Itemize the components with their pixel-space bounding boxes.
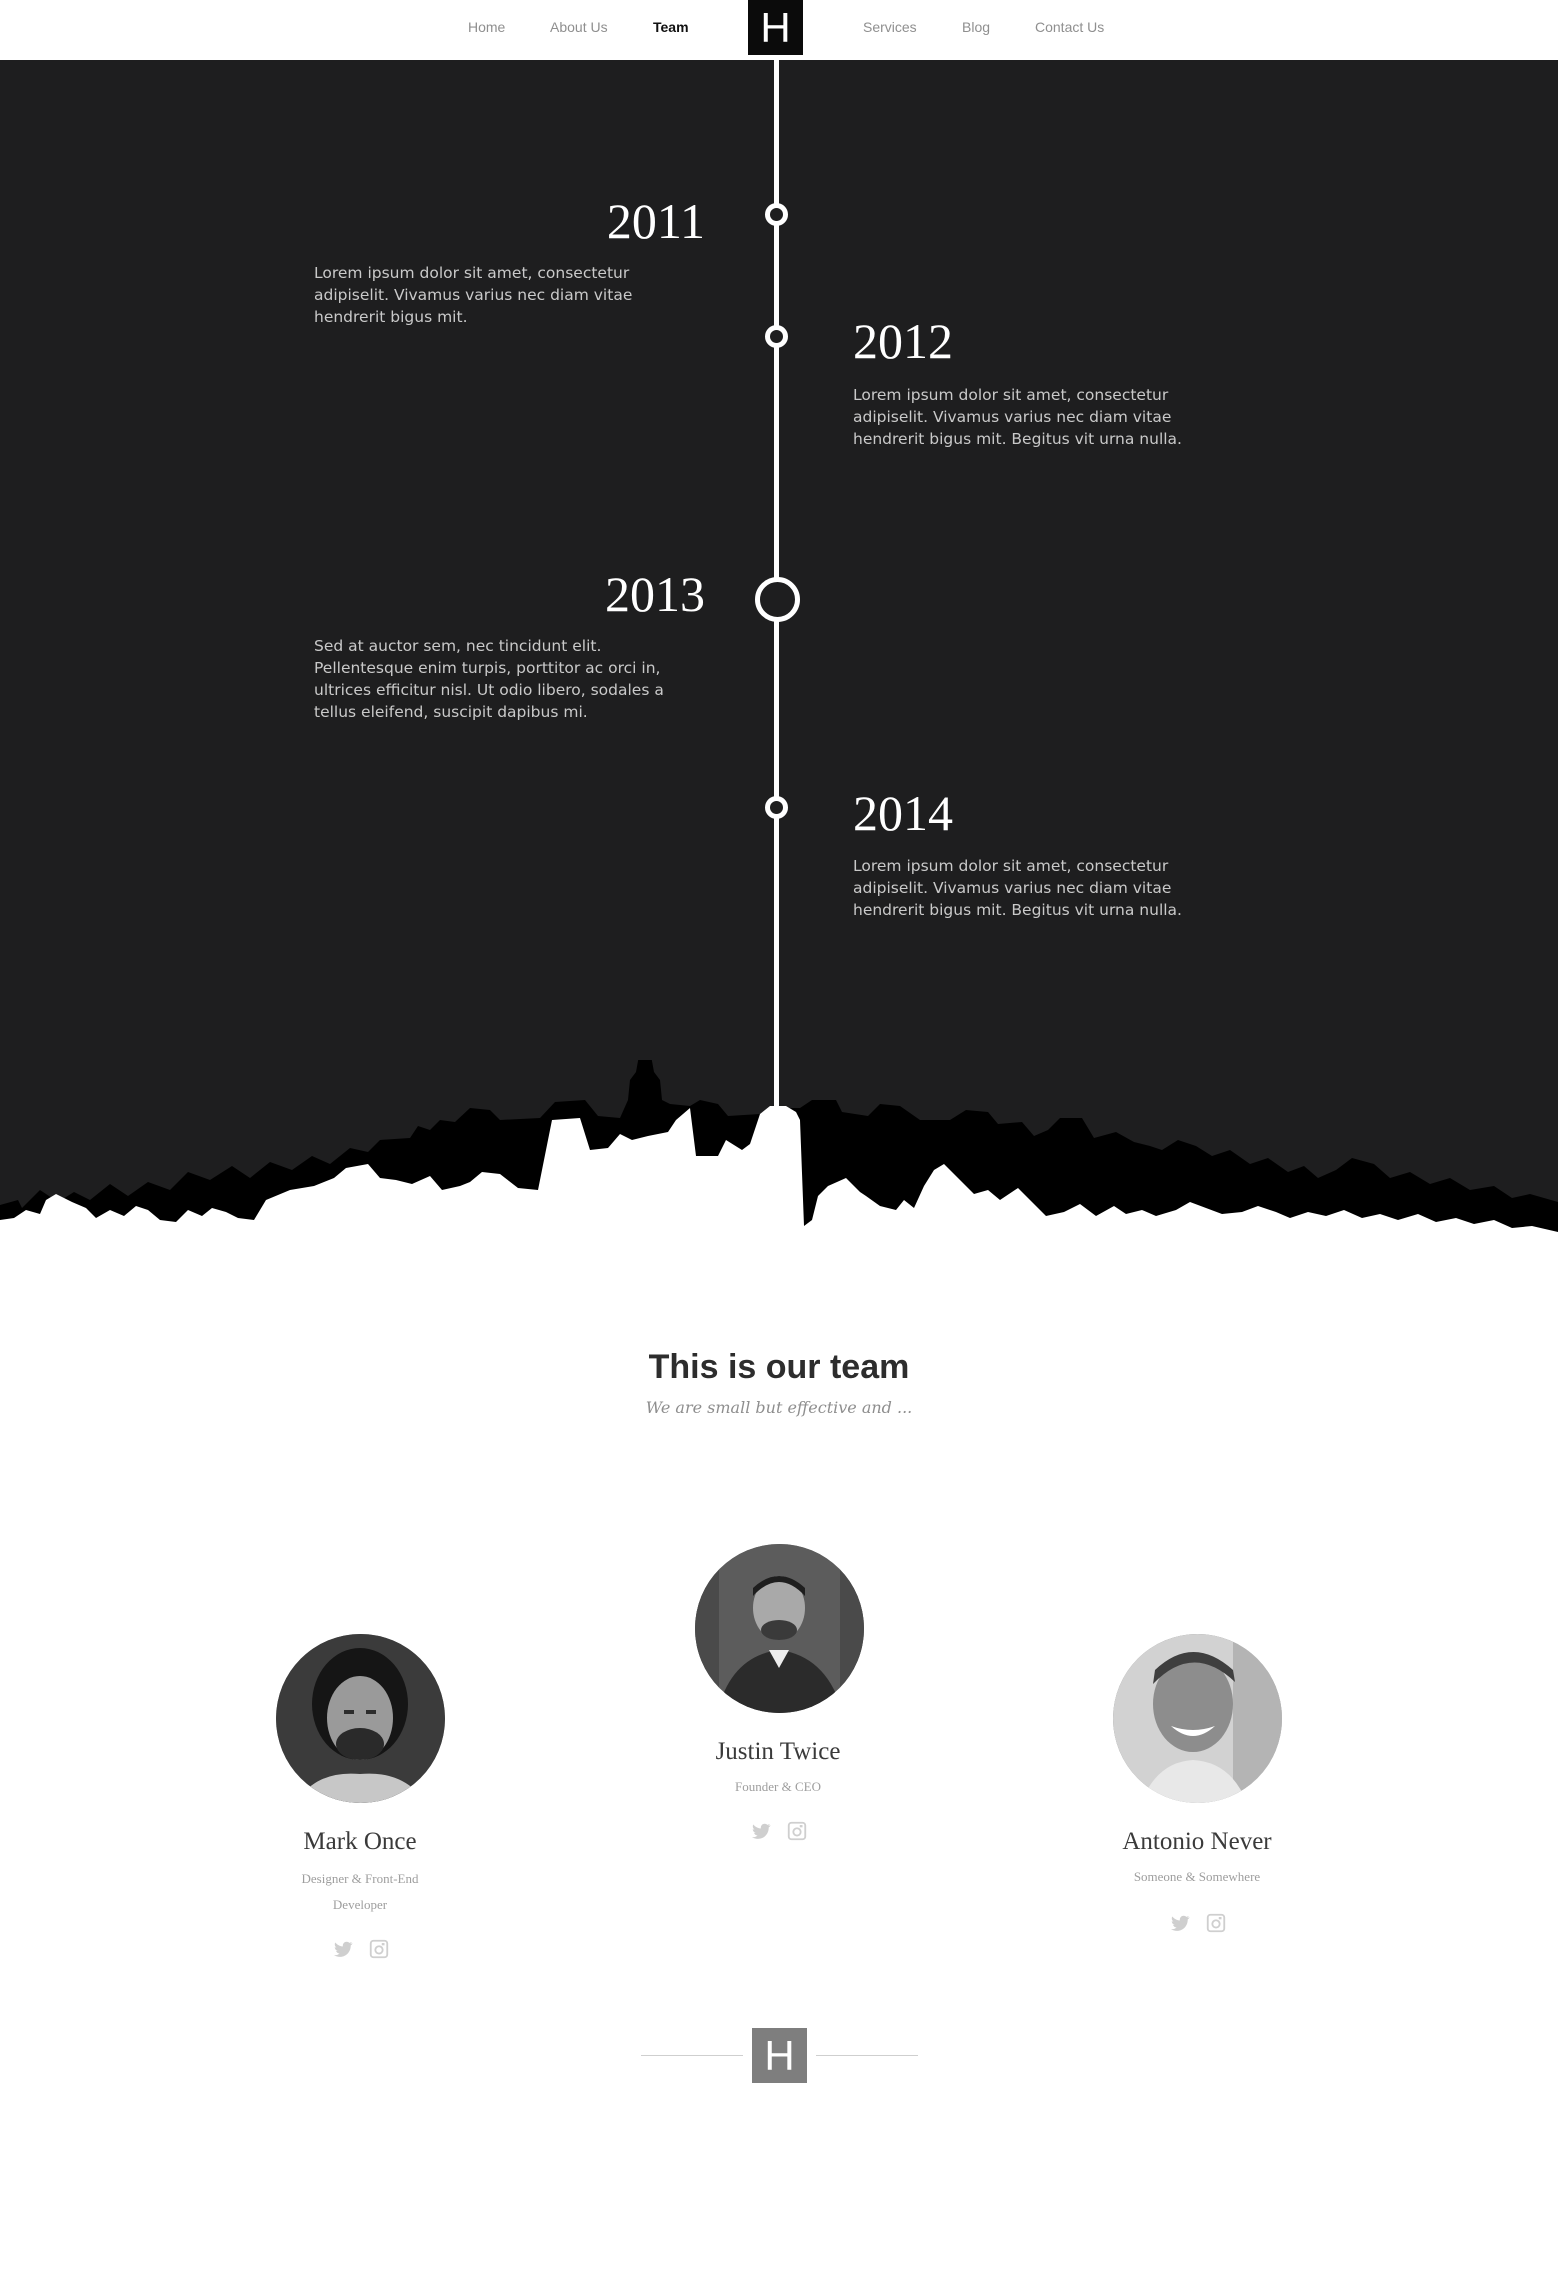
twitter-icon[interactable] xyxy=(1169,1912,1191,1934)
team-section-subtitle: We are small but effective and ... xyxy=(645,1398,913,1417)
site-logo[interactable]: H xyxy=(748,0,803,55)
footer-divider-right xyxy=(816,2055,918,2056)
member-social-links xyxy=(750,1820,808,1842)
timeline-node-2013 xyxy=(755,577,800,622)
timeline-node-2014 xyxy=(765,796,788,819)
team-member-card: Justin Twice Founder & CEO xyxy=(618,1540,938,1850)
nav-contact-link[interactable]: Contact Us xyxy=(1035,19,1104,35)
member-role: Someone & Somewhere xyxy=(1133,1869,1261,1884)
member-social-links xyxy=(332,1938,390,1960)
nav-about-link[interactable]: About Us xyxy=(550,19,608,35)
city-skyline-illustration xyxy=(0,1060,1558,1300)
footer-logo[interactable]: H xyxy=(752,2028,807,2083)
timeline-text: Lorem ipsum dolor sit amet, consectetur … xyxy=(853,386,1182,448)
nav-services-link[interactable]: Services xyxy=(863,19,917,35)
twitter-icon[interactable] xyxy=(332,1938,354,1960)
member-name: Justin Twice xyxy=(715,1738,841,1765)
instagram-icon[interactable] xyxy=(1205,1912,1227,1934)
team-member-card: Antonio Never Someone & Somewhere xyxy=(1037,1632,1357,1952)
timeline-text: Sed at auctor sem, nec tincidunt elit. P… xyxy=(314,637,664,721)
top-navigation: Home About Us Team H Services Blog Conta… xyxy=(0,0,1558,60)
member-avatar xyxy=(1113,1634,1282,1803)
timeline-year: 2011 xyxy=(606,193,705,249)
instagram-icon[interactable] xyxy=(368,1938,390,1960)
nav-blog-link[interactable]: Blog xyxy=(962,19,990,35)
member-avatar xyxy=(276,1634,445,1803)
timeline-node-2012 xyxy=(765,325,788,348)
member-name: Antonio Never xyxy=(1122,1828,1272,1855)
nav-home-link[interactable]: Home xyxy=(468,19,505,35)
footer-divider-left xyxy=(641,2055,743,2056)
nav-team-link[interactable]: Team xyxy=(653,19,689,35)
member-photo xyxy=(276,1634,445,1803)
timeline-text: Lorem ipsum dolor sit amet, consectetur … xyxy=(853,857,1182,919)
timeline-year: 2014 xyxy=(853,785,953,841)
member-name: Mark Once xyxy=(303,1828,417,1855)
member-social-links xyxy=(1169,1912,1227,1934)
timeline-node-2011 xyxy=(765,203,788,226)
timeline-year: 2012 xyxy=(853,313,953,369)
timeline-year: 2013 xyxy=(605,566,705,622)
team-member-card: Mark Once Designer & Front-End Developer xyxy=(200,1632,520,1962)
twitter-icon[interactable] xyxy=(750,1820,772,1842)
member-avatar xyxy=(695,1544,864,1713)
member-photo xyxy=(1113,1634,1282,1803)
member-role: Designer & Front-End Developer xyxy=(301,1871,419,1912)
timeline-text: Lorem ipsum dolor sit amet, consectetur … xyxy=(314,264,633,326)
team-section-title: This is our team xyxy=(648,1348,910,1386)
member-role: Founder & CEO xyxy=(735,1779,821,1794)
timeline-section: 2011 Lorem ipsum dolor sit amet, consect… xyxy=(0,60,1558,1300)
member-photo xyxy=(695,1544,864,1713)
instagram-icon[interactable] xyxy=(786,1820,808,1842)
